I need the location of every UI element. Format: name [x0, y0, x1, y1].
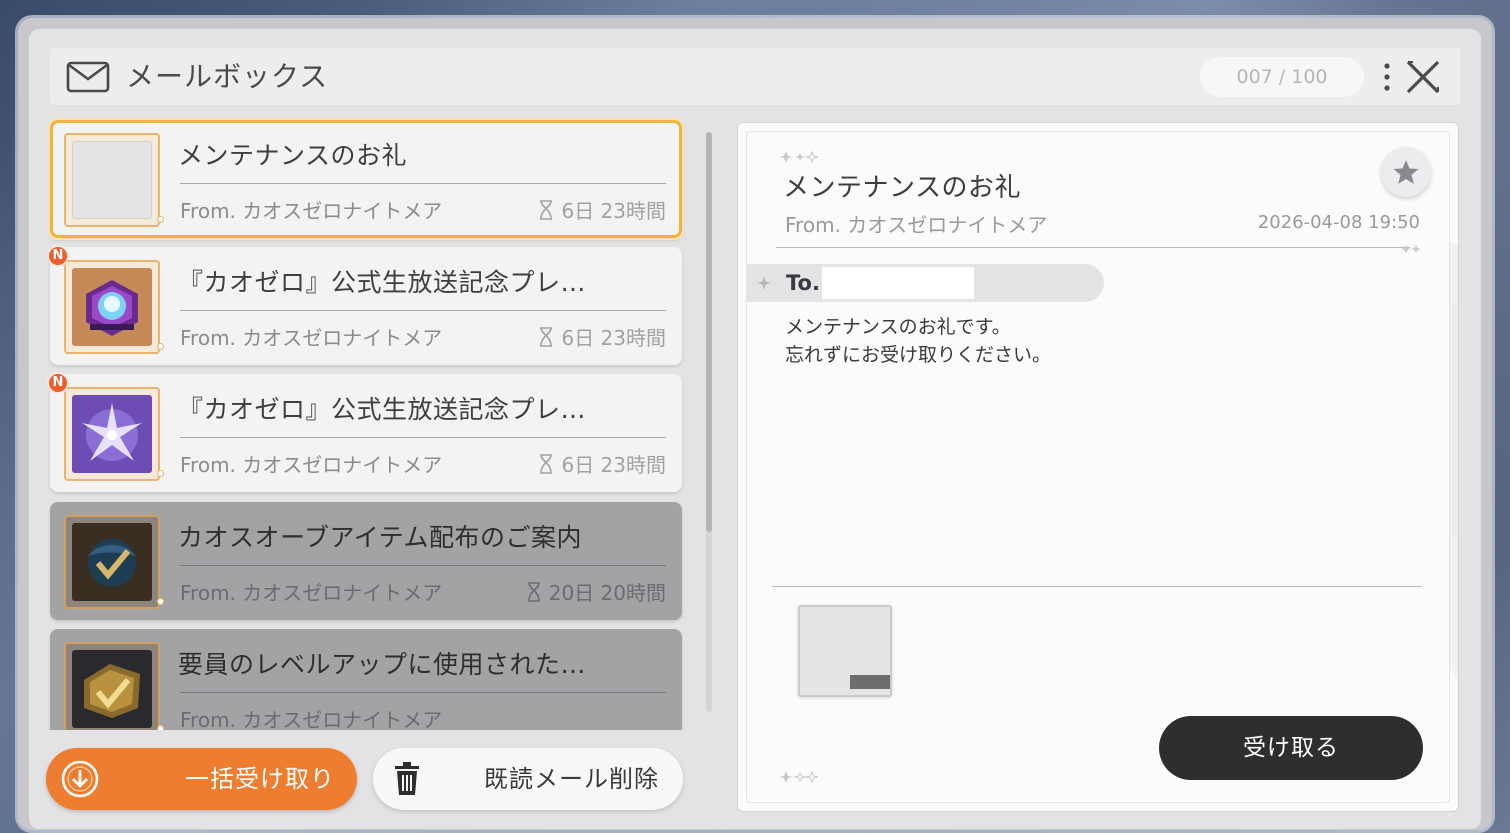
empty-item-icon	[72, 141, 152, 219]
close-icon[interactable]	[1404, 58, 1442, 96]
star-shard-icon	[72, 395, 152, 473]
sparkle-decoration	[1401, 245, 1421, 253]
mail-body-line: 忘れずにお受け取りください。	[785, 344, 1052, 366]
trash-icon	[395, 762, 419, 795]
mail-expiry-text: 6日 23時間	[561, 199, 666, 223]
mail-count-badge: 007 / 100	[1200, 57, 1364, 97]
list-scrollbar[interactable]	[706, 132, 712, 712]
page-title: メールボックス	[126, 60, 329, 93]
divider	[180, 183, 666, 184]
favorite-button[interactable]	[1381, 147, 1431, 197]
mail-sender: From. カオスゼロナイトメア	[180, 708, 443, 730]
mail-body-line: メンテナンスのお礼です。	[785, 316, 1011, 338]
hourglass-icon	[540, 199, 553, 220]
divider	[180, 692, 666, 693]
mail-sender: From. カオスゼロナイトメア	[180, 199, 443, 223]
mail-expiry-text: 20日 20時間	[548, 581, 666, 605]
hourglass-icon	[540, 326, 553, 347]
chaos-orb-check-icon	[72, 523, 152, 601]
sparkle-decoration	[779, 770, 819, 784]
delete-read-label: 既読メール削除	[484, 765, 659, 793]
sparkle-icon	[757, 276, 771, 290]
mail-item[interactable]: カオスオーブアイテム配布のご案内 From. カオスゼロナイトメア 20日 20…	[50, 502, 682, 620]
mail-item[interactable]: メンテナンスのお礼 From. カオスゼロナイトメア 6日 23時間	[50, 120, 682, 238]
mail-sender: From. カオスゼロナイトメア	[180, 581, 443, 605]
envelope-icon	[66, 61, 110, 93]
mail-expiry-text: 6日 23時間	[561, 453, 666, 477]
mail-subject: 『カオゼロ』公式生放送記念プレ…	[178, 395, 587, 424]
mail-expiry: 6日 23時間	[539, 449, 666, 478]
star-icon	[1393, 160, 1419, 184]
mail-item-thumbnail	[64, 642, 164, 730]
mail-body: メンテナンスのお礼です。 忘れずにお受け取りください。	[785, 313, 1051, 369]
mail-expiry: 6日 23時間	[539, 195, 666, 224]
crystal-device-icon	[72, 268, 152, 346]
divider	[180, 565, 666, 566]
mail-subject: カオスオーブアイテム配布のご案内	[178, 523, 583, 552]
mail-item-thumbnail	[64, 515, 164, 609]
recipient-label: To.	[786, 271, 820, 295]
mail-list: メンテナンスのお礼 From. カオスゼロナイトメア 6日 23時間 『カオゼロ…	[48, 118, 688, 730]
mail-item-thumbnail	[64, 133, 164, 227]
divider	[180, 437, 666, 438]
recipient-name	[822, 267, 974, 299]
detail-subject: メンテナンスのお礼	[783, 173, 1021, 203]
delete-read-button[interactable]: 既読メール削除	[373, 748, 683, 810]
detail-sender: From. カオスゼロナイトメア	[785, 213, 1048, 237]
attachment-quantity-bar	[850, 675, 890, 689]
mail-sender: From. カオスゼロナイトメア	[180, 326, 443, 350]
new-badge: N	[47, 245, 69, 267]
mail-item[interactable]: 『カオゼロ』公式生放送記念プレ… From. カオスゼロナイトメア 6日 23時…	[50, 374, 682, 492]
mail-item[interactable]: 要員のレベルアップに使用された… From. カオスゼロナイトメア	[50, 629, 682, 730]
mail-subject: メンテナンスのお礼	[178, 141, 408, 170]
mail-item-thumbnail	[64, 387, 164, 481]
mail-item-thumbnail	[64, 260, 164, 354]
divider	[772, 586, 1422, 587]
mail-item[interactable]: 『カオゼロ』公式生放送記念プレ… From. カオスゼロナイトメア 6日 23時…	[50, 247, 682, 365]
mail-sender: From. カオスゼロナイトメア	[180, 453, 443, 477]
divider	[776, 247, 1410, 248]
mail-subject: 『カオゼロ』公式生放送記念プレ…	[178, 268, 587, 297]
mail-expiry-text: 6日 23時間	[561, 326, 666, 350]
bulk-receive-label: 一括受け取り	[185, 765, 335, 793]
divider	[180, 310, 666, 311]
hourglass-icon	[527, 581, 540, 602]
recipient-row: To.	[746, 264, 1104, 302]
new-badge: N	[47, 372, 69, 394]
attachment-item[interactable]	[798, 605, 892, 697]
gold-check-icon	[72, 650, 152, 728]
detail-date: 2026-04-08 19:50	[1257, 212, 1420, 233]
receive-button[interactable]: 受け取る	[1159, 716, 1423, 780]
mail-subject: 要員のレベルアップに使用された…	[178, 650, 587, 679]
hourglass-icon	[540, 453, 553, 474]
sparkle-decoration	[779, 150, 819, 164]
mail-expiry: 6日 23時間	[539, 322, 666, 351]
bulk-receive-button[interactable]: 一括受け取り	[46, 748, 357, 810]
mail-detail-pane: メンテナンスのお礼 From. カオスゼロナイトメア 2026-04-08 19…	[737, 122, 1459, 812]
mail-expiry: 20日 20時間	[527, 577, 666, 606]
scroll-thumb[interactable]	[706, 132, 712, 532]
more-options-icon[interactable]	[1382, 61, 1392, 93]
download-circle-icon	[61, 760, 99, 798]
